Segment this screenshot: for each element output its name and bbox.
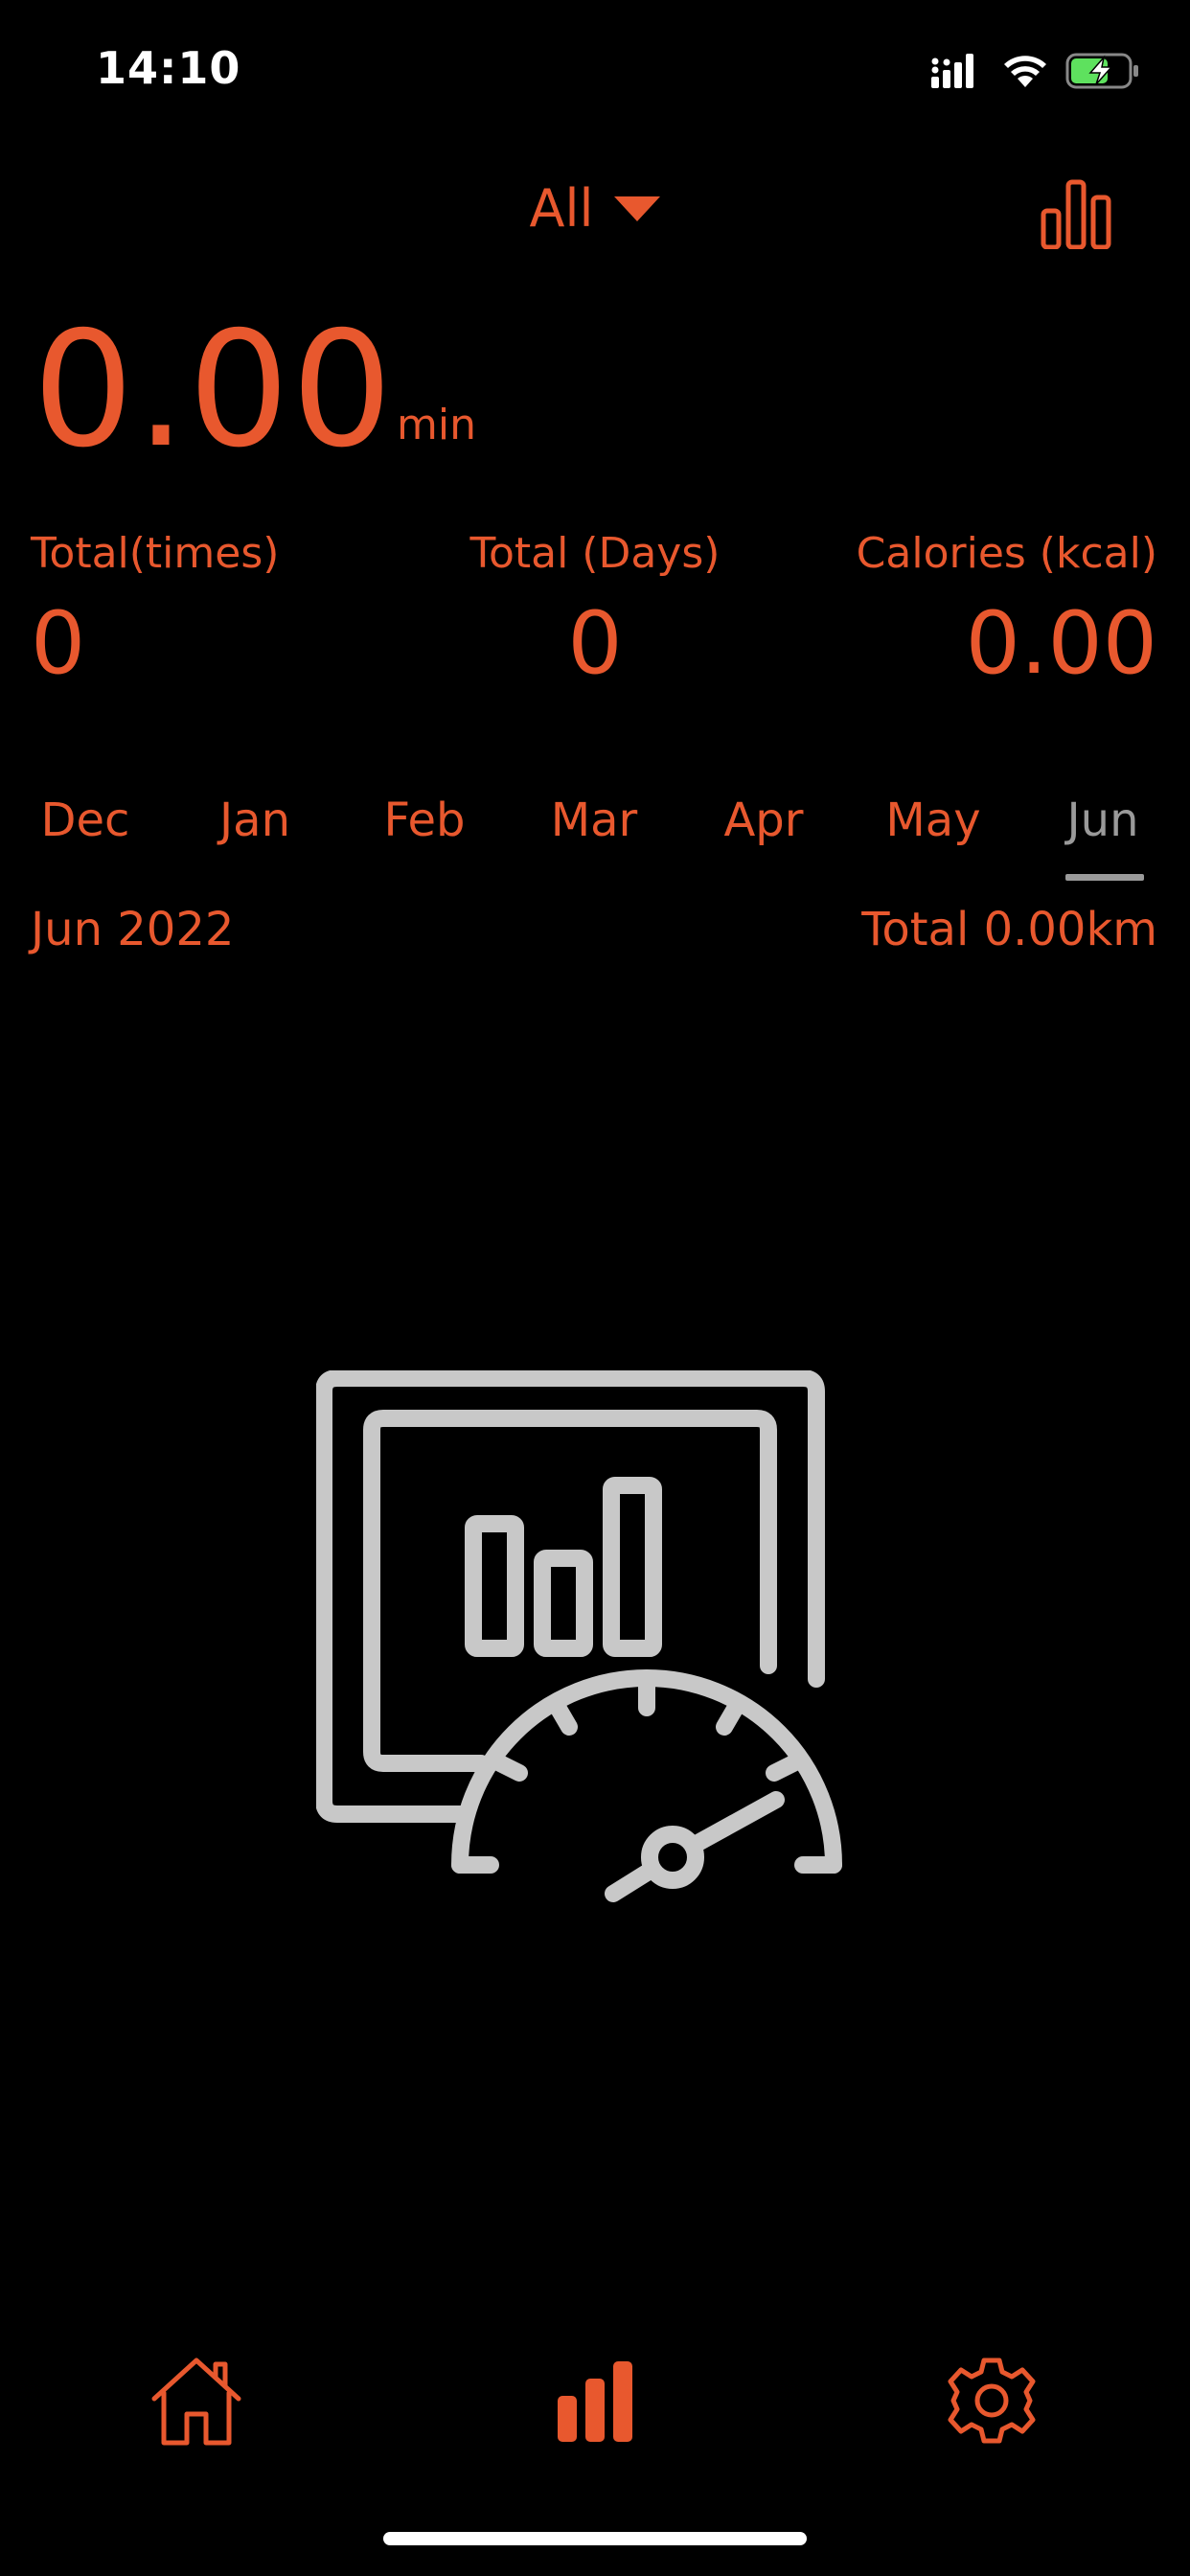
tab-month-jan[interactable]: Jan	[170, 794, 340, 847]
caret-down-icon	[614, 196, 661, 221]
home-icon	[151, 2358, 241, 2446]
selected-month-indicator	[1065, 874, 1144, 881]
duration-unit: min	[397, 401, 476, 449]
status-icons	[931, 52, 1140, 90]
status-time: 14:10	[96, 42, 241, 94]
tab-month-dec[interactable]: Dec	[0, 794, 171, 847]
tab-settings[interactable]	[929, 2338, 1054, 2463]
period-total-distance: Total 0.00km	[861, 903, 1157, 956]
bar-chart-icon	[558, 2361, 632, 2442]
activity-filter-dropdown[interactable]: All	[0, 178, 1190, 239]
gear-icon	[948, 2358, 1036, 2444]
tab-month-feb[interactable]: Feb	[339, 794, 510, 847]
duration-value: 0.00	[33, 298, 395, 483]
home-indicator	[383, 2532, 807, 2545]
tab-month-apr[interactable]: Apr	[678, 794, 849, 847]
tab-month-jun[interactable]: Jun	[1018, 794, 1188, 847]
tab-home[interactable]	[134, 2338, 259, 2463]
month-tabs: Dec Jan Feb Mar Apr May Jun	[0, 794, 1190, 881]
battery-charging-icon	[1065, 53, 1138, 89]
tab-month-may[interactable]: May	[848, 794, 1018, 847]
calories-label: Calories (kcal)	[856, 529, 1157, 578]
cellular-signal-icon	[931, 54, 973, 88]
bottom-tab-bar	[0, 2338, 1190, 2463]
tab-month-mar[interactable]: Mar	[509, 794, 679, 847]
bar-chart-icon	[1041, 179, 1111, 250]
wifi-icon	[1004, 56, 1046, 87]
period-label: Jun 2022	[31, 903, 235, 956]
filter-label: All	[529, 178, 594, 239]
statistics-button[interactable]	[1041, 178, 1111, 250]
calories-value: 0.00	[965, 593, 1157, 694]
dashboard-chart-gauge-icon	[316, 1370, 842, 1902]
tab-stats[interactable]	[533, 2338, 657, 2463]
